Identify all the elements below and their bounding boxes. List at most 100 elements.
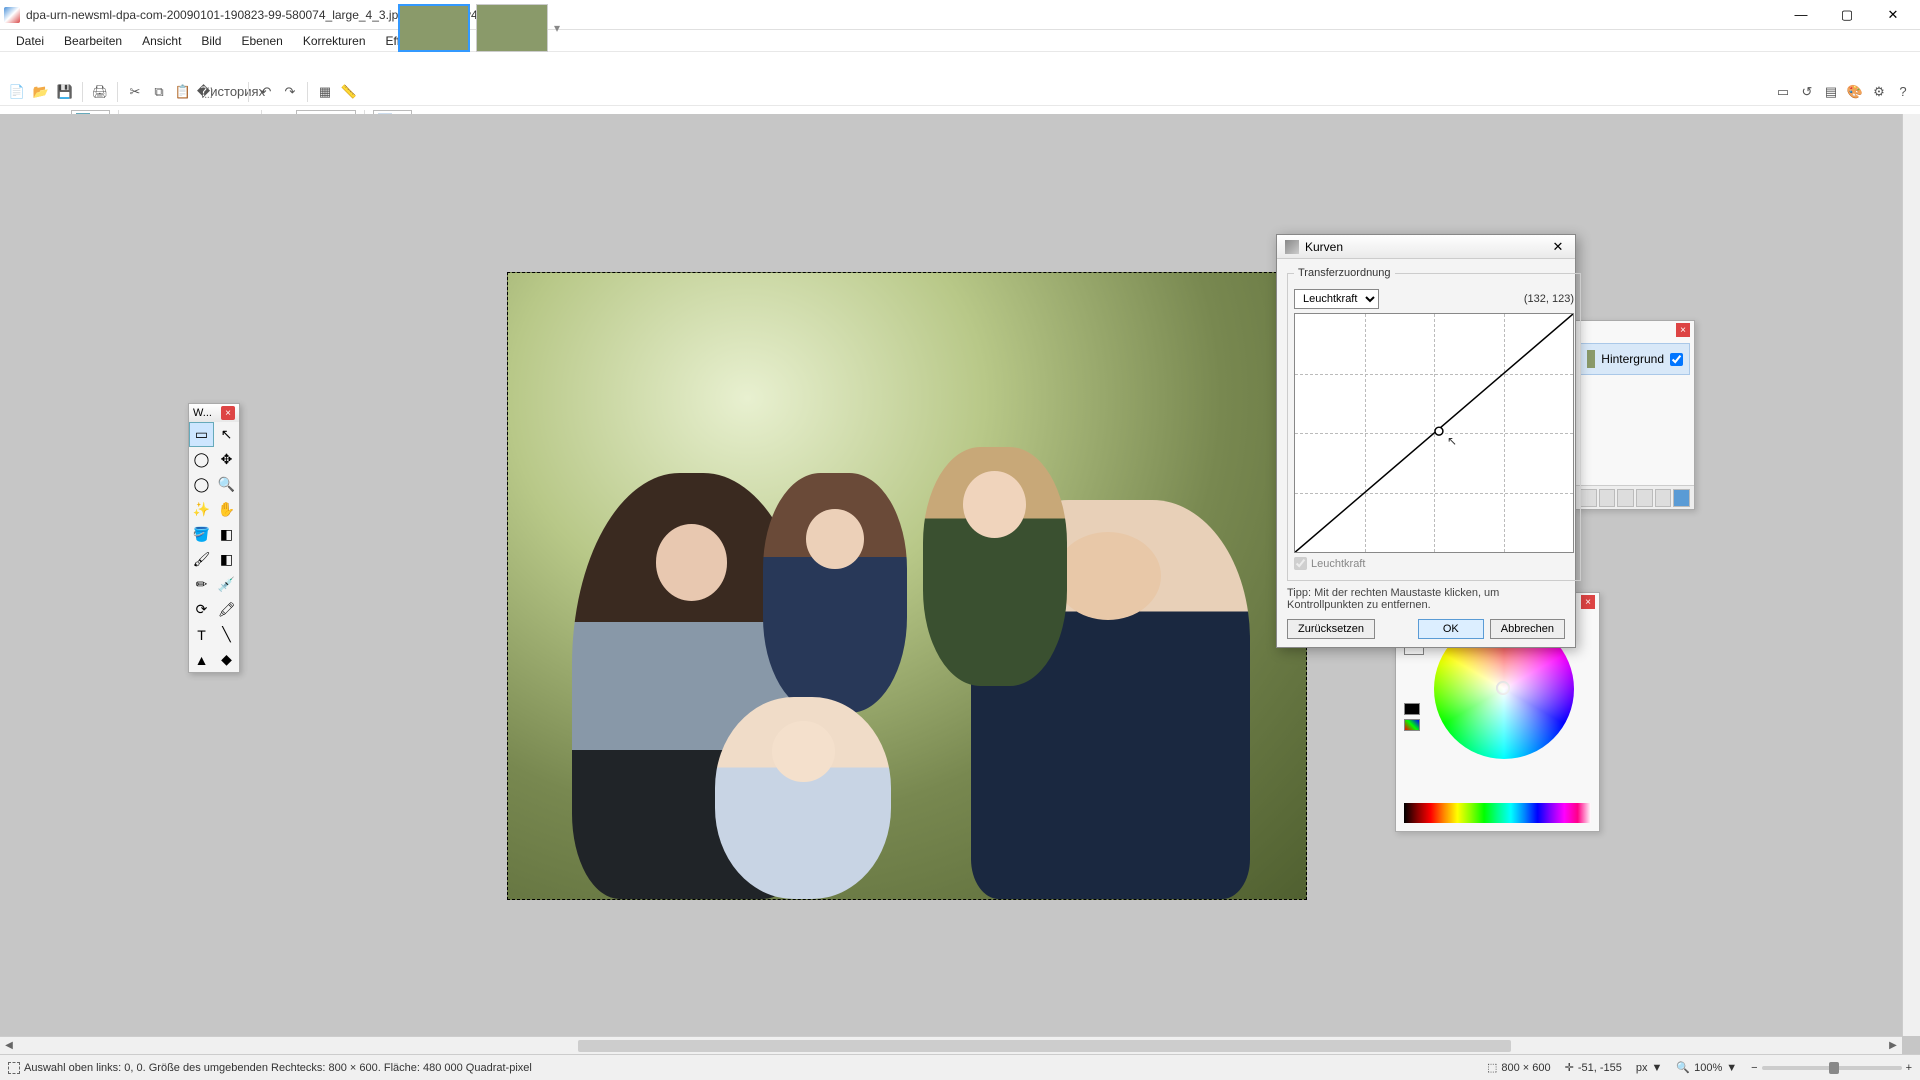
curves-coordinates: (132, 123)	[1524, 293, 1574, 305]
tool-lasso[interactable]: ◯	[189, 447, 214, 472]
tools-window-icon[interactable]: ▭	[1772, 81, 1794, 103]
menu-bild[interactable]: Bild	[191, 32, 231, 50]
tool-zoom[interactable]: 🔍	[214, 472, 239, 497]
close-button[interactable]: ✕	[1870, 0, 1916, 30]
tool-shapes2[interactable]: ◆	[214, 647, 239, 672]
status-image-size: ⬚ 800 × 600	[1487, 1061, 1551, 1074]
tool-paint-bucket[interactable]: 🪣	[189, 522, 214, 547]
curves-icon	[1285, 240, 1299, 254]
tool-eraser[interactable]: ◧	[214, 547, 239, 572]
curves-reset-button[interactable]: Zurücksetzen	[1287, 619, 1375, 639]
new-file-icon[interactable]: 📄	[6, 81, 28, 103]
tool-magic-wand[interactable]: ✨	[189, 497, 214, 522]
menu-ebenen[interactable]: Ebenen	[231, 32, 292, 50]
tool-move-selection[interactable]: ✥	[214, 447, 239, 472]
curves-legend-label: Leuchtkraft	[1311, 558, 1365, 570]
curves-title-text: Kurven	[1305, 240, 1343, 254]
canvas-area[interactable]: W... × ▭ ↖ ◯ ✥ ◯ 🔍 ✨ ✋ 🪣 ◧ 🖌 ◧ ✏ 💉 ⟳ 🖍 T…	[0, 114, 1920, 1054]
tool-line[interactable]: ╲	[214, 622, 239, 647]
layer-moveup-icon[interactable]	[1655, 489, 1672, 507]
paste-icon[interactable]: 📋	[172, 81, 194, 103]
layer-merge-icon[interactable]	[1636, 489, 1653, 507]
copy-icon[interactable]: ⧉	[148, 81, 170, 103]
menu-bearbeiten[interactable]: Bearbeiten	[54, 32, 132, 50]
settings-icon[interactable]: ⚙	[1868, 81, 1890, 103]
curves-cancel-button[interactable]: Abbrechen	[1490, 619, 1565, 639]
image-canvas[interactable]	[507, 272, 1307, 900]
tool-shapes[interactable]: ▲	[189, 647, 214, 672]
zoom-out-icon[interactable]: −	[1751, 1062, 1757, 1074]
statusbar: Auswahl oben links: 0, 0. Größe des umge…	[0, 1054, 1920, 1080]
document-tab-2[interactable]	[476, 4, 548, 52]
layer-properties-icon[interactable]	[1673, 489, 1690, 507]
cursor-icon: ✛	[1565, 1061, 1574, 1074]
tools-panel-close-icon[interactable]: ×	[221, 406, 235, 420]
open-file-icon[interactable]: 📂	[30, 81, 52, 103]
menu-ansicht[interactable]: Ansicht	[132, 32, 191, 50]
curves-dialog[interactable]: Kurven ✕ Transferzuordnung Leuchtkraft (…	[1276, 234, 1576, 648]
curves-group-label: Transferzuordnung	[1294, 267, 1395, 279]
status-unit-selector[interactable]: px ▼	[1636, 1062, 1663, 1074]
deselect-icon[interactable]: �историях	[220, 81, 242, 103]
size-icon: ⬚	[1487, 1061, 1497, 1074]
tool-brush[interactable]: 🖌	[189, 547, 214, 572]
tool-gradient[interactable]: ◧	[214, 522, 239, 547]
curves-channel-select[interactable]: Leuchtkraft	[1294, 289, 1379, 309]
help-icon[interactable]: ?	[1892, 81, 1914, 103]
tool-recolor[interactable]: 🖍	[214, 597, 239, 622]
color-palette-strip[interactable]	[1404, 803, 1591, 823]
minimize-button[interactable]: —	[1778, 0, 1824, 30]
curves-close-icon[interactable]: ✕	[1549, 238, 1567, 256]
layer-thumb-icon	[1587, 350, 1595, 368]
menu-datei[interactable]: Datei	[6, 32, 54, 50]
colors-panel-close-icon[interactable]: ×	[1581, 595, 1595, 609]
maximize-button[interactable]: ▢	[1824, 0, 1870, 30]
curves-graph[interactable]: ↖	[1294, 313, 1574, 553]
layers-panel-close-icon[interactable]: ×	[1676, 323, 1690, 337]
menubar: Datei Bearbeiten Ansicht Bild Ebenen Kor…	[0, 30, 1920, 52]
menu-korrekturen[interactable]: Korrekturen	[293, 32, 376, 50]
layers-panel-title[interactable]: ×	[1576, 321, 1694, 339]
tool-move-selected[interactable]: ↖	[214, 422, 239, 447]
new-tab-button[interactable]: ▾	[554, 21, 570, 35]
tools-panel-title[interactable]: W... ×	[189, 404, 239, 422]
print-icon[interactable]: 🖨	[89, 81, 111, 103]
ruler-icon[interactable]: 📏	[338, 81, 360, 103]
tool-text[interactable]: T	[189, 622, 214, 647]
layers-window-icon[interactable]: ▤	[1820, 81, 1842, 103]
curves-tip: Tipp: Mit der rechten Maustaste klicken,…	[1287, 587, 1565, 611]
tool-ellipse-select[interactable]: ◯	[189, 472, 214, 497]
layer-visible-checkbox[interactable]	[1670, 353, 1683, 366]
curves-ok-button[interactable]: OK	[1418, 619, 1484, 639]
tool-rect-select[interactable]: ▭	[189, 422, 214, 447]
curves-titlebar[interactable]: Kurven ✕	[1277, 235, 1575, 259]
redo-icon[interactable]: ↷	[279, 81, 301, 103]
horizontal-scrollbar[interactable]: ◀ ▶	[0, 1036, 1902, 1054]
zoom-in-icon[interactable]: +	[1906, 1062, 1912, 1074]
tool-pencil[interactable]: ✏	[189, 572, 214, 597]
colors-window-icon[interactable]: 🎨	[1844, 81, 1866, 103]
layer-add-icon[interactable]	[1580, 489, 1597, 507]
tool-pan[interactable]: ✋	[214, 497, 239, 522]
scroll-right-icon[interactable]: ▶	[1884, 1038, 1902, 1054]
zoom-slider[interactable]	[1762, 1066, 1902, 1070]
swap-colors-icon[interactable]	[1404, 703, 1420, 715]
tools-panel[interactable]: W... × ▭ ↖ ◯ ✥ ◯ 🔍 ✨ ✋ 🪣 ◧ 🖌 ◧ ✏ 💉 ⟳ 🖍 T…	[188, 403, 240, 673]
more-colors-icon[interactable]	[1404, 719, 1420, 731]
document-tab-1[interactable]	[398, 4, 470, 52]
history-window-icon[interactable]: ↺	[1796, 81, 1818, 103]
layers-panel[interactable]: × Hintergrund	[1575, 320, 1695, 510]
grid-icon[interactable]: ▦	[314, 81, 336, 103]
vertical-scrollbar[interactable]	[1902, 114, 1920, 1036]
cut-icon[interactable]: ✂	[124, 81, 146, 103]
layer-row-background[interactable]: Hintergrund	[1580, 343, 1690, 375]
curves-legend-checkbox	[1294, 557, 1307, 570]
undo-icon[interactable]: ↶	[255, 81, 277, 103]
layer-delete-icon[interactable]	[1599, 489, 1616, 507]
layer-duplicate-icon[interactable]	[1617, 489, 1634, 507]
tool-color-picker[interactable]: 💉	[214, 572, 239, 597]
scroll-left-icon[interactable]: ◀	[0, 1038, 18, 1054]
status-zoom[interactable]: 🔍 100% ▼	[1676, 1061, 1737, 1074]
save-icon[interactable]: 💾	[54, 81, 76, 103]
tool-clone[interactable]: ⟳	[189, 597, 214, 622]
